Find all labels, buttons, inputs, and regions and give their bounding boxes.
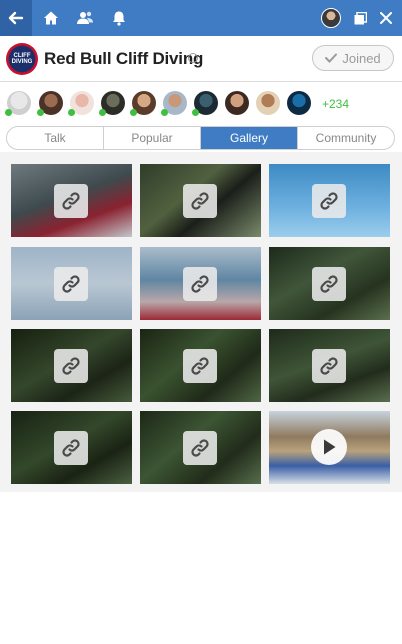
link-icon — [54, 431, 88, 465]
gallery-item[interactable] — [11, 247, 132, 320]
top-bar — [0, 0, 402, 36]
member-avatar[interactable] — [256, 91, 280, 115]
group-tabs: Talk Popular Gallery Community — [6, 126, 395, 150]
people-icon — [77, 11, 93, 24]
online-indicator — [68, 109, 75, 116]
gallery-item[interactable] — [140, 411, 261, 484]
globe-icon — [188, 53, 198, 63]
member-avatar[interactable] — [5, 91, 31, 116]
group-header: CLIFF DIVING Red Bull Cliff Diving Joine… — [0, 36, 402, 82]
online-indicator — [37, 109, 44, 116]
gallery-item[interactable] — [140, 247, 261, 320]
gallery-item[interactable] — [11, 329, 132, 402]
online-indicator — [161, 109, 168, 116]
check-icon — [325, 53, 338, 63]
gallery-item[interactable] — [269, 247, 390, 320]
back-button[interactable] — [0, 0, 32, 36]
people-button[interactable] — [74, 0, 96, 36]
group-logo: CLIFF DIVING — [6, 43, 38, 75]
online-indicator — [192, 109, 199, 116]
member-avatar[interactable] — [130, 91, 156, 116]
group-title: Red Bull Cliff Diving — [44, 49, 204, 68]
gallery-item[interactable] — [11, 411, 132, 484]
member-avatar[interactable] — [192, 91, 218, 116]
online-indicator — [99, 109, 106, 116]
link-icon — [312, 349, 346, 383]
online-indicator — [130, 109, 137, 116]
group-logo-text: CLIFF DIVING — [11, 53, 33, 65]
gallery-scrollbar[interactable] — [394, 304, 398, 644]
profile-button[interactable] — [320, 0, 342, 36]
windows-icon — [354, 11, 367, 24]
link-icon — [183, 349, 217, 383]
notifications-button[interactable] — [108, 0, 130, 36]
gallery-item[interactable] — [140, 164, 261, 237]
user-avatar — [321, 8, 341, 28]
joined-button[interactable]: Joined — [312, 45, 394, 71]
member-avatar[interactable] — [37, 91, 63, 116]
gallery-item[interactable] — [11, 164, 132, 237]
gallery-item[interactable] — [140, 329, 261, 402]
online-indicator — [5, 109, 12, 116]
link-icon — [54, 267, 88, 301]
link-icon — [54, 184, 88, 218]
member-avatar[interactable] — [225, 91, 249, 115]
close-icon — [380, 12, 392, 24]
tab-talk[interactable]: Talk — [7, 127, 104, 149]
member-avatar[interactable] — [161, 91, 187, 116]
link-icon — [312, 184, 346, 218]
gallery-item[interactable] — [269, 329, 390, 402]
link-icon — [312, 267, 346, 301]
bell-icon — [113, 11, 125, 26]
gallery-video-item[interactable] — [269, 411, 390, 484]
back-arrow-icon — [8, 11, 24, 25]
tab-community[interactable]: Community — [298, 127, 394, 149]
home-button[interactable] — [40, 0, 62, 36]
home-icon — [44, 11, 58, 25]
windows-button[interactable] — [350, 0, 370, 36]
gallery-item[interactable] — [269, 164, 390, 237]
member-avatar[interactable] — [68, 91, 94, 116]
gallery-grid — [0, 152, 402, 492]
member-avatar[interactable] — [99, 91, 125, 116]
member-avatar[interactable] — [287, 91, 311, 115]
joined-label: Joined — [342, 50, 381, 66]
tab-popular[interactable]: Popular — [104, 127, 201, 149]
member-count[interactable]: +234 — [322, 97, 349, 111]
play-icon — [311, 429, 347, 465]
close-button[interactable] — [376, 0, 396, 36]
member-strip: +234 — [0, 83, 402, 123]
link-icon — [183, 267, 217, 301]
tab-gallery[interactable]: Gallery — [201, 127, 298, 149]
link-icon — [54, 349, 88, 383]
link-icon — [183, 431, 217, 465]
link-icon — [183, 184, 217, 218]
